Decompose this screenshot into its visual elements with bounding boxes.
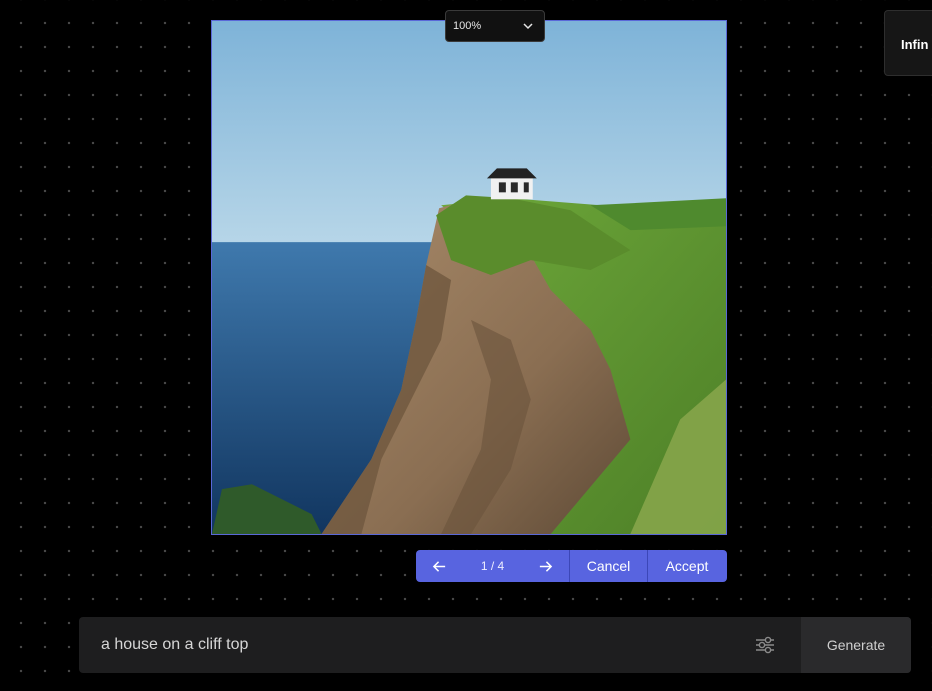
prompt-bar: Generate (79, 617, 911, 673)
zoom-dropdown[interactable]: 100% (445, 10, 545, 42)
generate-button[interactable]: Generate (801, 617, 911, 673)
sliders-icon (756, 636, 774, 654)
zoom-value: 100% (453, 20, 482, 32)
cancel-button[interactable]: Cancel (570, 550, 647, 582)
panel-title: Infin (901, 37, 929, 52)
previous-button[interactable] (416, 550, 463, 582)
result-controls: 1 / 4 Cancel Accept (416, 550, 727, 582)
top-right-panel[interactable]: Infin (884, 10, 932, 76)
prompt-input[interactable] (79, 617, 745, 673)
chevron-down-icon (523, 23, 533, 30)
page-indicator: 1 / 4 (480, 559, 505, 573)
generated-image[interactable] (211, 20, 727, 535)
settings-button[interactable] (745, 625, 785, 665)
cliff-house-image (212, 21, 726, 534)
accept-button[interactable]: Accept (648, 550, 726, 582)
arrow-left-icon (432, 560, 446, 572)
arrow-right-icon (539, 560, 553, 572)
next-button[interactable] (522, 550, 569, 582)
